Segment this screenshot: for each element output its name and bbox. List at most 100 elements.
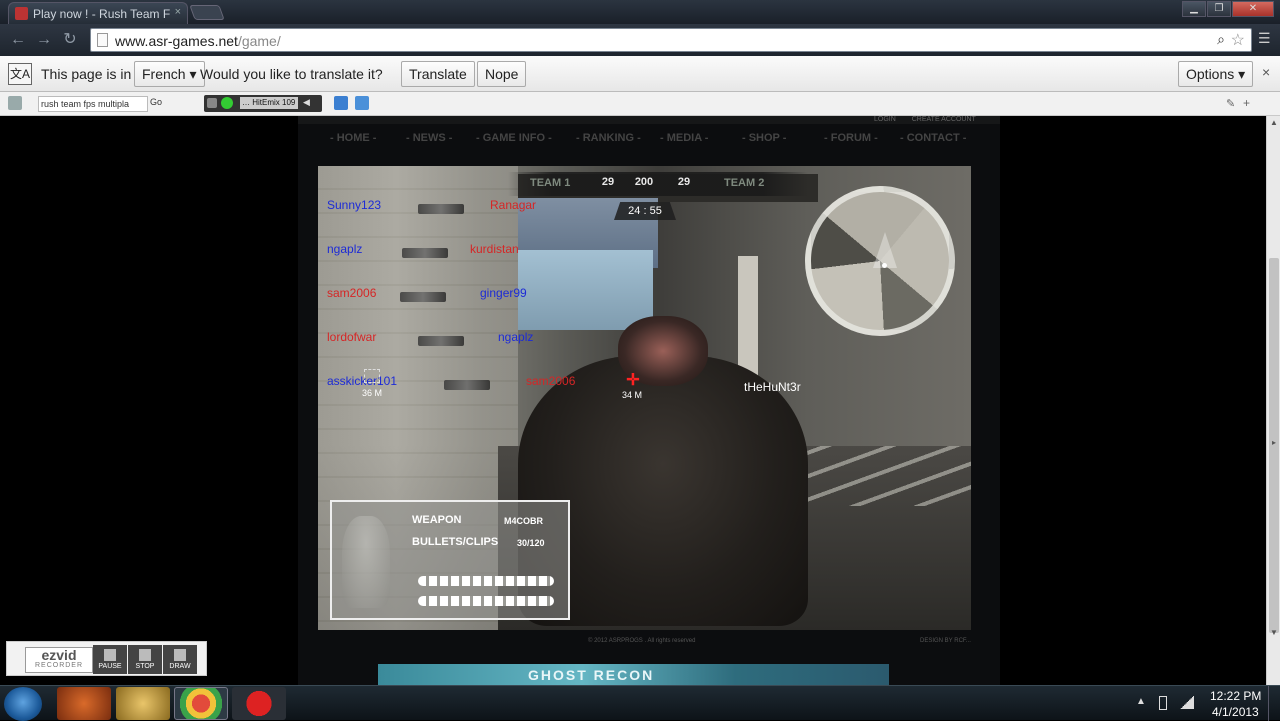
round-timer: 24 : 55	[614, 202, 676, 220]
new-tab-button[interactable]	[189, 5, 225, 20]
killer-name: lordofwar	[327, 330, 377, 344]
show-desktop-button[interactable]	[1268, 686, 1280, 721]
victim-name: kurdistan	[470, 242, 519, 256]
wifi-signal-icon[interactable]	[1180, 696, 1194, 709]
kill-feed-row: ginger99	[480, 286, 527, 300]
scroll-down-icon[interactable]: ▼	[1269, 628, 1279, 638]
rifle-icon	[402, 248, 448, 258]
ad-banner[interactable]: GHOST RECON	[378, 664, 889, 685]
bullets-value: 30/120	[517, 538, 545, 548]
infobar-close-icon[interactable]: ×	[1262, 64, 1270, 80]
nav-forum[interactable]: - FORUM -	[824, 132, 878, 144]
ezvid-logo-text: ezvid	[41, 647, 77, 663]
scroll-mid-icon: ▸	[1271, 438, 1276, 447]
nav-ranking[interactable]: - RANKING -	[576, 132, 641, 144]
site-nav: - HOME - - NEWS - - GAME INFO - - RANKIN…	[330, 132, 980, 148]
team1-score: 29	[601, 176, 615, 188]
translate-button[interactable]: Translate	[401, 61, 475, 87]
scroll-up-icon[interactable]: ▲	[1269, 118, 1279, 128]
explorer-icon[interactable]	[116, 687, 170, 720]
kill-feed-row: ngaplz	[498, 330, 533, 344]
toolbar-go-button[interactable]: Go	[150, 97, 162, 107]
address-bar[interactable]: www.asr-games.net/game/ ⌕ ☆	[90, 28, 1252, 52]
killer-name: asskicker101	[327, 374, 398, 388]
youtube-icon[interactable]	[232, 687, 286, 720]
add-icon[interactable]: +	[1243, 96, 1250, 110]
nav-shop[interactable]: - SHOP -	[742, 132, 786, 144]
nav-news[interactable]: - NEWS -	[406, 132, 452, 144]
clock-time[interactable]: 12:22 PM	[1210, 689, 1261, 703]
toolbar-search-input[interactable]: rush team fps multipla	[38, 96, 148, 112]
soldier-silhouette-icon	[342, 516, 390, 608]
draw-icon	[174, 649, 186, 661]
kill-feed-row: Ranagar	[490, 198, 536, 212]
browser-tab[interactable]: Play now ! - Rush Team F ×	[8, 2, 188, 24]
chrome-icon[interactable]	[174, 687, 228, 720]
translate-icon: 文A	[8, 63, 32, 85]
minimize-button[interactable]: ▁	[1182, 1, 1206, 17]
ezvid-stop-button[interactable]: STOP	[128, 645, 162, 674]
chrome-menu-icon[interactable]: ☰	[1258, 30, 1272, 47]
reload-icon[interactable]: ↻	[60, 31, 80, 49]
team2-label: TEAM 2	[724, 177, 765, 189]
forward-icon[interactable]: →	[34, 31, 54, 49]
kill-feed-row: sam2006	[327, 286, 376, 300]
killer-name: ngaplz	[327, 242, 363, 256]
language-select[interactable]: French ▾	[134, 61, 205, 87]
zoom-icon[interactable]: ⌕	[1217, 31, 1225, 48]
nav-home[interactable]: - HOME -	[330, 132, 376, 144]
teammate-marker-icon	[364, 369, 380, 383]
crosshair-icon: ✛	[626, 372, 640, 389]
toolbar-logo-icon[interactable]	[8, 96, 22, 110]
maximize-button[interactable]: ❐	[1207, 1, 1231, 17]
player-prev-icon[interactable]	[207, 98, 217, 108]
nav-contact[interactable]: - CONTACT -	[900, 132, 966, 144]
windows-taskbar: ▲ 12:22 PM 4/1/2013	[0, 685, 1280, 721]
nope-button[interactable]: Nope	[477, 61, 527, 87]
login-link[interactable]: LOGIN	[874, 116, 896, 123]
battery-icon[interactable]	[1159, 696, 1167, 710]
translate-infobar: 文A This page is in French ▾ Would you li…	[0, 56, 1280, 92]
player-volume-icon[interactable]: ◀	[303, 97, 310, 108]
bookmark-star-icon[interactable]: ☆	[1231, 30, 1245, 50]
ad-text: GHOST RECON	[528, 667, 655, 683]
site-copyright: © 2012 ASRPROGS . All rights reserved	[588, 638, 696, 644]
clock-date[interactable]: 4/1/2013	[1212, 705, 1259, 719]
nav-media[interactable]: - MEDIA -	[660, 132, 708, 144]
youtube-extension-icon[interactable]	[355, 96, 369, 110]
wrench-icon[interactable]: ✎	[1226, 97, 1235, 110]
player-nametag: tHeHuNt3r	[744, 380, 801, 394]
site-favicon-icon	[15, 7, 28, 20]
create-account-link[interactable]: CREATE ACCOUNT	[912, 116, 976, 123]
player-play-icon[interactable]	[221, 97, 233, 109]
teammate-distance: 36 M	[362, 388, 383, 398]
ammo-bar	[418, 576, 554, 586]
game-viewport[interactable]: TEAM 1 29 200 29 TEAM 2 24 : 55 Sunny123…	[318, 166, 971, 630]
ezvid-logo: ezvid RECORDER	[25, 647, 93, 673]
tab-close-icon[interactable]: ×	[175, 6, 181, 18]
weapon-label: WEAPON	[412, 514, 462, 526]
ezvid-draw-button[interactable]: DRAW	[163, 645, 197, 674]
page-scrollbar[interactable]: ▲ ▸ ▼	[1266, 116, 1280, 685]
bookmark-app-icon[interactable]	[334, 96, 348, 110]
options-button[interactable]: Options ▾	[1178, 61, 1254, 87]
weapon-hud: WEAPON M4COBR BULLETS/CLIPS 30/120	[330, 500, 570, 620]
back-icon[interactable]: ←	[8, 31, 28, 49]
ezvid-pause-button[interactable]: PAUSE	[93, 645, 127, 674]
pause-label: PAUSE	[98, 663, 122, 670]
web-page: LOGIN CREATE ACCOUNT - HOME - - NEWS - -…	[0, 116, 1266, 685]
rifle-icon	[400, 292, 446, 302]
window-close-button[interactable]: ✕	[1232, 1, 1274, 17]
killer-name: Sunny123	[327, 198, 382, 212]
rifle-icon	[444, 380, 490, 390]
extension-toolbar: rush team fps multipla Go … HitEmix 109 …	[0, 92, 1280, 116]
minimap	[805, 186, 955, 336]
tray-expand-icon[interactable]: ▲	[1136, 696, 1146, 707]
start-button[interactable]	[4, 687, 42, 721]
team1-label: TEAM 1	[530, 177, 571, 189]
victim-name: sam2006	[526, 374, 576, 388]
scoreboard: TEAM 1 29 200 29 TEAM 2	[508, 172, 808, 196]
nav-game-info[interactable]: - GAME INFO -	[476, 132, 552, 144]
killer-name: sam2006	[327, 286, 377, 300]
media-app-icon[interactable]	[57, 687, 111, 720]
